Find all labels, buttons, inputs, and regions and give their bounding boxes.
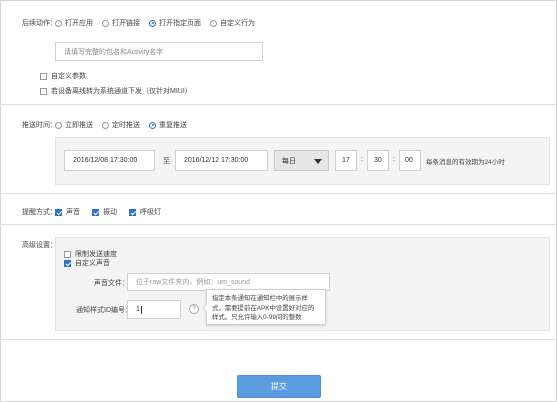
text-cursor xyxy=(140,305,142,314)
radio-label: 打开应用 xyxy=(65,20,93,27)
time-colon: : xyxy=(361,156,363,163)
checkbox-icon xyxy=(64,250,71,258)
radio-label: 重复推送 xyxy=(159,122,187,129)
radio-open-app[interactable]: 打开应用 xyxy=(55,18,93,28)
push-time-label: 推送时间： xyxy=(22,122,57,129)
section-divider xyxy=(0,339,557,340)
reminder-sound-option[interactable]: 声音 xyxy=(55,207,80,217)
activity-name-input[interactable]: 请填写完整的包名和Activity名字 xyxy=(55,42,263,61)
date-range-separator: 至 xyxy=(163,158,170,165)
radio-icon xyxy=(149,19,156,27)
radio-open-page[interactable]: 打开指定页面 xyxy=(149,18,201,28)
radio-push-repeat[interactable]: 重复推送 xyxy=(149,120,187,130)
custom-params-label: 自定义参数 xyxy=(51,73,86,80)
select-value: 每日 xyxy=(282,157,296,165)
radio-icon xyxy=(210,19,217,27)
repeat-frequency-select[interactable]: 每日 xyxy=(274,150,329,171)
radio-icon xyxy=(102,19,109,27)
notify-style-tooltip: 指定本条通知在通知栏中的展示样式，需要提前在APK中设置好对应的样式。只允许输入… xyxy=(202,289,326,325)
hour-input[interactable]: 17 xyxy=(335,150,357,171)
checkbox-icon xyxy=(55,208,62,216)
section-divider xyxy=(0,224,557,225)
radio-push-scheduled[interactable]: 定时推送 xyxy=(102,120,140,130)
sound-file-label: 声音文件： xyxy=(94,280,129,287)
push-time-radio-group: 立即推送 定时推送 重复推送 xyxy=(55,120,196,130)
radio-label: 自定义行为 xyxy=(220,20,255,27)
system-channel-label: 若设备离线转为系统通道下发（仅针对MIUI） xyxy=(51,88,192,95)
after-action-label: 后续动作： xyxy=(22,20,57,27)
custom-params-option[interactable]: 自定义参数 xyxy=(40,71,86,81)
help-icon[interactable]: ? xyxy=(189,304,199,314)
advanced-label: 高级设置： xyxy=(22,242,57,249)
reminder-label: 提醒方式： xyxy=(22,209,57,216)
notify-style-label: 通知样式ID编号： xyxy=(76,307,132,314)
radio-icon xyxy=(102,121,109,129)
custom-sound-option[interactable]: 自定义声音 xyxy=(64,258,110,268)
notify-style-value: 1 xyxy=(136,306,140,313)
section-divider xyxy=(0,193,557,194)
radio-label: 立即推送 xyxy=(65,122,93,129)
checkbox-icon xyxy=(40,87,47,95)
system-channel-option[interactable]: 若设备离线转为系统通道下发（仅针对MIUI） xyxy=(40,86,192,96)
start-date-input[interactable]: 2016/12/08 17:30:00 xyxy=(64,150,155,171)
checkbox-icon xyxy=(129,208,136,216)
reminder-light-option[interactable]: 呼吸灯 xyxy=(129,207,161,217)
time-colon: : xyxy=(393,156,395,163)
checkbox-icon xyxy=(64,259,71,267)
checkbox-label: 振动 xyxy=(103,209,117,216)
radio-open-link[interactable]: 打开链接 xyxy=(102,18,140,28)
second-input[interactable]: 00 xyxy=(399,150,421,171)
radio-label: 定时推送 xyxy=(112,122,140,129)
reminder-options: 声音 振动 呼吸灯 xyxy=(55,207,170,217)
radio-push-now[interactable]: 立即推送 xyxy=(55,120,93,130)
checkbox-label: 声音 xyxy=(66,209,80,216)
checkbox-icon xyxy=(92,208,99,216)
radio-icon xyxy=(55,19,62,27)
after-action-radio-group: 打开应用 打开链接 打开指定页面 自定义行为 xyxy=(55,18,264,28)
radio-label: 打开链接 xyxy=(112,20,140,27)
radio-custom-action[interactable]: 自定义行为 xyxy=(210,18,255,28)
minute-input[interactable]: 30 xyxy=(367,150,389,171)
checkbox-icon xyxy=(40,72,47,80)
section-divider xyxy=(0,104,557,105)
end-date-input[interactable]: 2016/12/12 17:30:00 xyxy=(175,150,268,171)
validity-note: 每条消息的有效期为24小时 xyxy=(426,159,505,166)
custom-sound-label: 自定义声音 xyxy=(75,260,110,267)
radio-icon xyxy=(55,121,62,129)
reminder-vibrate-option[interactable]: 振动 xyxy=(92,207,117,217)
notify-style-input[interactable]: 1 xyxy=(127,300,181,319)
radio-label: 打开指定页面 xyxy=(159,20,201,27)
radio-icon xyxy=(149,121,156,129)
chevron-down-icon xyxy=(314,159,322,164)
checkbox-label: 呼吸灯 xyxy=(140,209,161,216)
submit-button[interactable]: 提交 xyxy=(237,375,321,398)
